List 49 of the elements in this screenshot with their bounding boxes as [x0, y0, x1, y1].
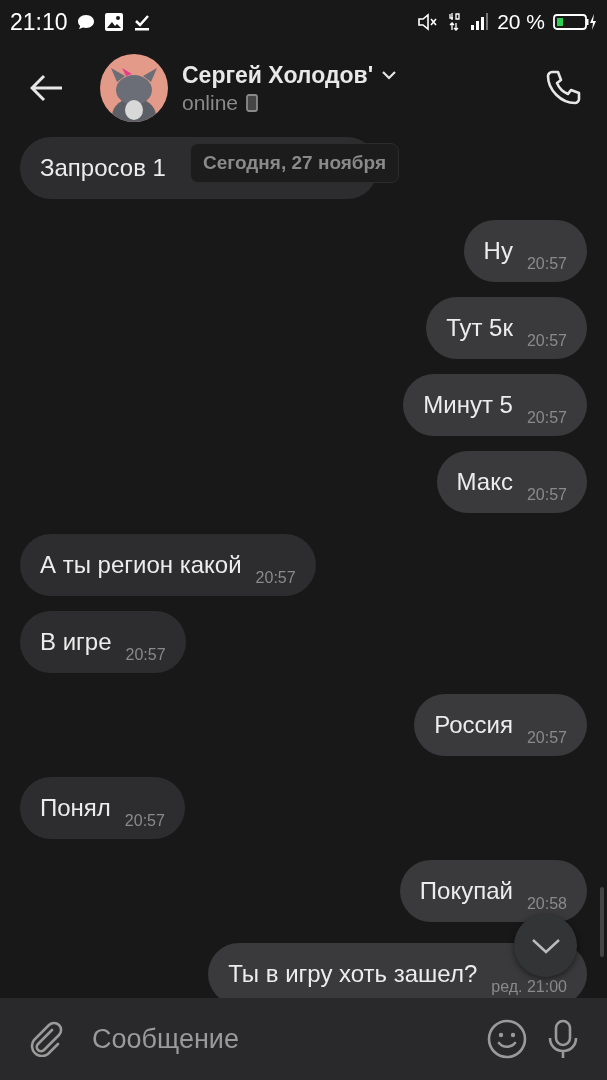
message-bubble[interactable]: Макс 20:57: [436, 451, 587, 513]
message-text: В игре: [40, 628, 112, 656]
network-4g-icon: [447, 12, 462, 32]
message-text: Минут 5: [423, 391, 513, 419]
emoji-icon[interactable]: [487, 1019, 527, 1059]
message-time: 20:57: [526, 729, 567, 747]
message-text: Покупай: [419, 877, 513, 905]
chat-bubble-icon: [75, 12, 96, 32]
battery-percent: 20 %: [497, 10, 545, 34]
message-bubble[interactable]: В игре 20:57: [20, 611, 186, 673]
chevron-down-icon: [530, 937, 561, 954]
date-chip: Сегодня, 27 ноября: [190, 143, 399, 183]
message-bubble[interactable]: Понял 20:57: [20, 777, 185, 839]
scrollbar: [600, 887, 604, 957]
message-text: Ну: [483, 237, 513, 265]
message-time: 20:58: [526, 895, 567, 913]
mobile-device-icon: [246, 93, 259, 112]
message-time: 20:57: [125, 646, 166, 664]
message-bubble[interactable]: Ну 20:57: [463, 220, 587, 282]
image-icon: [103, 12, 124, 32]
message-time: 20:57: [526, 332, 567, 350]
message-bubble[interactable]: Тут 5к 20:57: [426, 297, 587, 359]
message-text: Ты в игру хоть зашел?: [228, 960, 478, 988]
message-text: Понял: [40, 794, 111, 822]
message-time: 20:57: [526, 255, 567, 273]
back-arrow-icon[interactable]: [30, 74, 64, 102]
message-time: 20:57: [526, 486, 567, 504]
status-time: 21:10: [10, 8, 68, 36]
message-time: 20:57: [255, 569, 296, 587]
message-text: Запросов 1: [40, 154, 166, 182]
muted-speaker-icon: [417, 12, 440, 32]
message-time: 20:57: [526, 409, 567, 427]
message-bubble[interactable]: А ты регион какой 20:57: [20, 534, 316, 596]
message-text: А ты регион какой: [40, 551, 242, 579]
chevron-down-icon[interactable]: [381, 70, 398, 80]
message-bubble[interactable]: Минут 5 20:57: [403, 374, 587, 436]
message-bubble[interactable]: Покупай 20:58: [399, 860, 587, 922]
message-text: Макс: [456, 468, 513, 496]
message-time: 20:57: [124, 812, 165, 830]
presence-status: online: [182, 90, 239, 115]
message-bubble[interactable]: Ты в игру хоть зашел? ред. 21:00: [208, 943, 587, 998]
battery-charging-icon: [553, 12, 597, 32]
signal-icon: [469, 12, 490, 32]
contact-name[interactable]: Сергей Холодов': [182, 61, 374, 89]
message-time: ред. 21:00: [491, 978, 567, 996]
message-text: Тут 5к: [446, 314, 513, 342]
message-bubble[interactable]: Россия 20:57: [414, 694, 587, 756]
paperclip-icon[interactable]: [28, 1021, 64, 1057]
message-text: Россия: [434, 711, 513, 739]
